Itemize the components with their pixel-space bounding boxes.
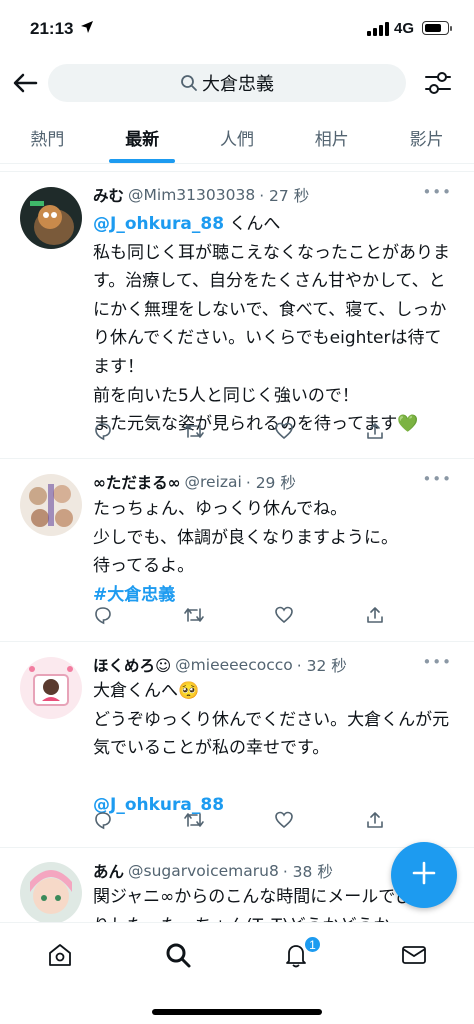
tweet-actions <box>93 421 393 443</box>
reply-icon[interactable] <box>93 605 113 625</box>
retweet-icon[interactable] <box>183 810 204 830</box>
more-options-icon[interactable]: ••• <box>422 653 452 671</box>
avatar[interactable] <box>20 862 82 922</box>
tab-latest[interactable]: 最新 <box>95 112 190 163</box>
retweet-icon[interactable] <box>183 421 204 441</box>
heart-icon[interactable] <box>274 810 294 830</box>
search-query: 大倉忠義 <box>202 74 274 95</box>
cellular-signal-icon <box>367 22 389 36</box>
filter-settings-icon[interactable] <box>420 68 456 98</box>
avatar[interactable] <box>20 187 82 249</box>
mention-link[interactable]: @J_ohkura_88 <box>93 214 224 234</box>
tweet-time: · 38 秒 <box>282 863 333 881</box>
tweet-text-main: 私も同じく耳が聴こえなくなったことがあります。治療して、自分をたくさん甘やかして… <box>93 242 450 435</box>
network-type: 4G <box>394 20 415 37</box>
back-arrow-icon[interactable] <box>10 68 40 98</box>
mail-icon[interactable] <box>400 941 428 969</box>
display-name[interactable]: みむ <box>93 184 124 206</box>
tweet-time: · 29 秒 <box>245 474 296 492</box>
share-icon[interactable] <box>365 421 385 441</box>
tweet-text: 大倉くんへ🥺 どうぞゆっくり休んでください。大倉くんが元気でいることが私の幸せで… <box>93 677 453 820</box>
tweet-text: @J_ohkura_88 くんへ 私も同じく耳が聴こえなくなったことがあります。… <box>93 210 453 439</box>
user-handle[interactable]: @Mim31303038 <box>128 186 255 204</box>
notification-badge: 1 <box>303 935 322 954</box>
tweet-header: ほくめろ☺ @mieeeecocco · 32 秒 <box>93 653 460 677</box>
heart-icon[interactable] <box>274 605 294 625</box>
tweet-header: ∞ただまる∞ @reizai · 29 秒 <box>93 470 460 494</box>
tweet-text-greeting: くんへ <box>224 214 281 234</box>
status-time: 21:13 <box>30 19 74 38</box>
tweet[interactable]: みむ @Mim31303038 · 27 秒 ••• @J_ohkura_88 … <box>0 173 474 459</box>
location-arrow-icon <box>80 20 94 38</box>
compose-button[interactable] <box>391 842 457 908</box>
display-name[interactable]: ほくめろ☺ <box>93 654 171 676</box>
tab-top[interactable]: 熱門 <box>0 112 95 163</box>
tweet[interactable]: ∞ただまる∞ @reizai · 29 秒 ••• たっちょん、ゆっくり休んでね… <box>0 460 474 642</box>
tab-people[interactable]: 人們 <box>190 112 285 163</box>
share-icon[interactable] <box>365 605 385 625</box>
battery-icon <box>422 21 452 35</box>
more-options-icon[interactable]: ••• <box>422 183 452 201</box>
home-indicator <box>152 1009 322 1015</box>
tweet-time: · 27 秒 <box>259 187 310 205</box>
user-handle[interactable]: @reizai <box>185 473 242 491</box>
search-input[interactable]: 大倉忠義 <box>48 64 406 102</box>
avatar[interactable] <box>20 657 82 719</box>
reply-icon[interactable] <box>93 810 113 830</box>
tweet-text-main: たっちょん、ゆっくり休んでね。 少しでも、体調が良くなりますように。 待ってるよ… <box>93 499 398 577</box>
tweet-actions <box>93 605 393 627</box>
tab-photos[interactable]: 相片 <box>284 112 379 163</box>
hashtag-link[interactable]: #大倉忠義 <box>93 585 175 605</box>
retweet-icon[interactable] <box>183 605 204 625</box>
avatar[interactable] <box>20 474 82 536</box>
tweet-time: · 32 秒 <box>296 657 347 675</box>
tweet-text: たっちょん、ゆっくり休んでね。 少しでも、体調が良くなりますように。 待ってるよ… <box>93 495 453 609</box>
display-name[interactable]: あん <box>93 860 124 882</box>
tweet[interactable]: ほくめろ☺ @mieeeecocco · 32 秒 ••• 大倉くんへ🥺 どうぞ… <box>0 643 474 848</box>
tweet-text-main: 関ジャニ∞からのこんな時間にメールでびっくりした。たっちょん(T_T)どうかどう… <box>93 887 446 922</box>
compose-plus-icon <box>411 860 437 890</box>
status-bar: 21:13 4G <box>0 0 474 58</box>
display-name[interactable]: ∞ただまる∞ <box>93 471 181 493</box>
tweet-header: みむ @Mim31303038 · 27 秒 <box>93 183 460 207</box>
explore-search-icon[interactable] <box>164 941 192 969</box>
search-icon <box>180 74 198 92</box>
search-tabs: 熱門 最新 人們 相片 影片 <box>0 112 474 164</box>
share-icon[interactable] <box>365 810 385 830</box>
reply-icon[interactable] <box>93 421 113 441</box>
home-icon[interactable] <box>46 941 74 969</box>
search-header: 大倉忠義 <box>0 58 474 110</box>
divider <box>0 164 474 172</box>
tab-videos[interactable]: 影片 <box>379 112 474 163</box>
heart-icon[interactable] <box>274 421 294 441</box>
user-handle[interactable]: @sugarvoicemaru8 <box>128 862 279 880</box>
tweet-actions <box>93 810 393 832</box>
user-handle[interactable]: @mieeeecocco <box>175 656 293 674</box>
more-options-icon[interactable]: ••• <box>422 470 452 488</box>
tweet-text-main: 大倉くんへ🥺 どうぞゆっくり休んでください。大倉くんが元気でいることが私の幸せで… <box>93 681 450 759</box>
